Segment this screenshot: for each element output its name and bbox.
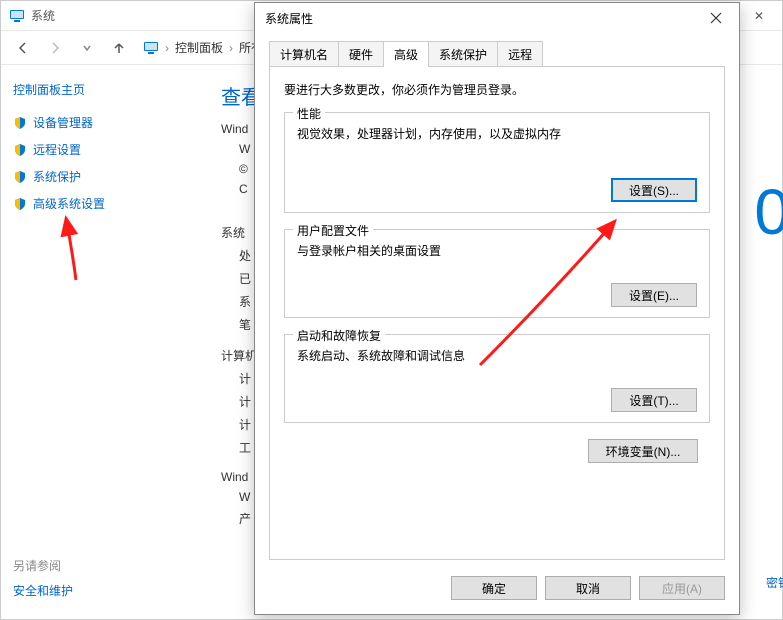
tab-advanced[interactable]: 高级 [383,41,429,67]
pc-icon [9,8,25,24]
sidebar: 控制面板主页 设备管理器 远程设置 系统保护 高级系统设置 另请参阅 安全和维护 [1,65,201,619]
shield-icon [13,197,27,211]
product-key-link-fragment[interactable]: 密钥 [766,574,783,591]
startup-recovery-group: 启动和故障恢复 系统启动、系统故障和调试信息 设置(T)... [284,334,710,423]
sidebar-item-system-protection[interactable]: 系统保护 [13,168,189,185]
cancel-button[interactable]: 取消 [545,576,631,600]
group-description: 系统启动、系统故障和调试信息 [297,347,697,364]
dialog-content: 要进行大多数更改，你必须作为管理员登录。 性能 视觉效果，处理器计划，内存使用，… [269,66,725,560]
group-legend: 用户配置文件 [293,222,373,239]
dialog-footer: 确定 取消 应用(A) [255,568,739,614]
tab-remote[interactable]: 远程 [497,41,543,67]
chevron-right-icon: › [229,41,233,55]
dialog-title: 系统属性 [265,10,313,27]
nav-up-button[interactable] [105,36,133,60]
apply-button[interactable]: 应用(A) [639,576,725,600]
admin-note: 要进行大多数更改，你必须作为管理员登录。 [284,81,710,98]
shield-icon [13,170,27,184]
user-profiles-settings-button[interactable]: 设置(E)... [611,283,697,307]
performance-group: 性能 视觉效果，处理器计划，内存使用，以及虚拟内存 设置(S)... [284,112,710,213]
group-description: 与登录帐户相关的桌面设置 [297,242,697,259]
sidebar-item-label: 系统保护 [33,168,81,185]
dialog-titlebar: 系统属性 [255,3,739,33]
tab-computer-name[interactable]: 计算机名 [269,41,339,67]
shield-icon [13,116,27,130]
sidebar-footer-link[interactable]: 安全和维护 [13,584,73,598]
sidebar-item-label: 设备管理器 [33,114,93,131]
group-legend: 性能 [293,105,325,122]
sidebar-item-advanced-settings[interactable]: 高级系统设置 [13,195,189,212]
startup-settings-button[interactable]: 设置(T)... [611,388,697,412]
chevron-right-icon: › [165,41,169,55]
group-description: 视觉效果，处理器计划，内存使用，以及虚拟内存 [297,125,697,142]
dialog-close-button[interactable] [693,3,739,33]
shield-icon [13,143,27,157]
dialog-tabs: 计算机名 硬件 高级 系统保护 远程 [255,33,739,67]
ok-button[interactable]: 确定 [451,576,537,600]
group-legend: 启动和故障恢复 [293,327,385,344]
windows-10-logo-fragment: 0 [754,175,783,249]
user-profiles-group: 用户配置文件 与登录帐户相关的桌面设置 设置(E)... [284,229,710,318]
window-title: 系统 [31,7,55,24]
nav-forward-button[interactable] [41,36,69,60]
tab-hardware[interactable]: 硬件 [338,41,384,67]
environment-variables-button[interactable]: 环境变量(N)... [588,439,698,463]
sidebar-item-label: 高级系统设置 [33,195,105,212]
performance-settings-button[interactable]: 设置(S)... [611,178,697,202]
close-button[interactable]: ✕ [736,1,782,31]
nav-dropdown-button[interactable] [73,36,101,60]
tab-system-protection[interactable]: 系统保护 [428,41,498,67]
sidebar-item-device-manager[interactable]: 设备管理器 [13,114,189,131]
sidebar-home-link[interactable]: 控制面板主页 [13,81,189,98]
sidebar-footer-header: 另请参阅 [13,557,73,574]
sidebar-item-remote-settings[interactable]: 远程设置 [13,141,189,158]
system-properties-dialog: 系统属性 计算机名 硬件 高级 系统保护 远程 要进行大多数更改，你必须作为管理… [254,2,740,615]
sidebar-item-label: 远程设置 [33,141,81,158]
pc-icon [143,40,159,56]
breadcrumb-item[interactable]: 控制面板 [175,39,223,56]
nav-back-button[interactable] [9,36,37,60]
